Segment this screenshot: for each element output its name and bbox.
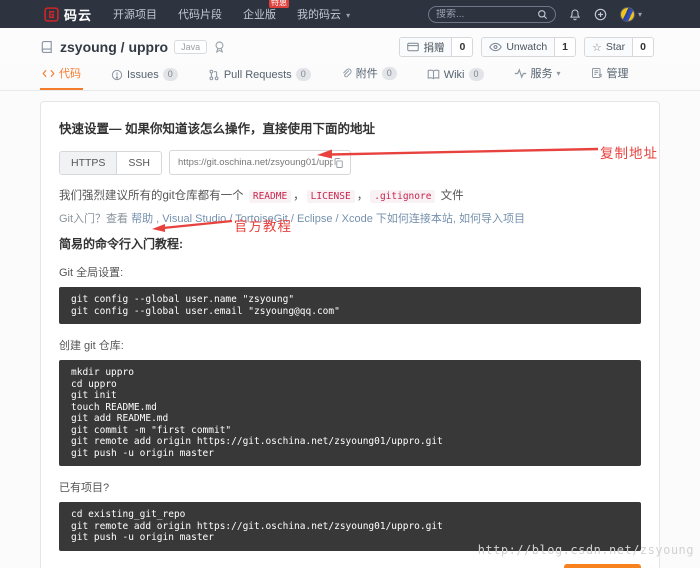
repo-tabbar: 代码 Issues 0 Pull Requests 0 [0,65,700,91]
tab-code[interactable]: 代码 [40,65,83,90]
global-config-code: git config --global user.name "zsyoung" … [59,287,641,324]
quick-setup-card: 快速设置— 如果你知道该怎么操作，直接使用下面的地址 HTTPS SSH 我们强… [40,101,660,568]
avatar [620,7,635,22]
wiki-count: 0 [469,68,484,81]
git-intro-line: Git入门？查看 帮助 , Visual Studio / TortoiseGi… [59,210,641,226]
attachments-count: 0 [382,67,397,80]
nav-item-snippets[interactable]: 代码片段 [178,6,222,22]
plus-circle-icon[interactable] [594,8,607,21]
medal-icon [213,40,226,54]
ssh-button[interactable]: SSH [116,152,161,174]
bell-icon[interactable] [569,8,581,21]
unwatch-button[interactable]: Unwatch 1 [481,37,576,57]
tab-attachments[interactable]: 附件 0 [339,65,399,90]
license-tag: LICENSE [307,190,355,203]
donate-button[interactable]: 捐赠 0 [399,37,473,57]
existing-repo-heading: 已有项目? [59,479,641,495]
donate-count[interactable]: 0 [451,38,472,56]
chevron-down-icon: ▾ [346,11,350,20]
gitee-logo-icon [44,7,59,22]
tab-services[interactable]: 服务 ▾ [512,65,563,90]
language-badge: Java [174,40,207,54]
manage-icon [591,67,603,79]
search-input[interactable] [436,9,537,20]
repo-title: zsyoung / uppro Java [40,39,226,55]
gitignore-tag: .gitignore [370,190,435,203]
star-count[interactable]: 0 [632,38,653,56]
tab-manage[interactable]: 管理 [589,65,631,90]
star-button[interactable]: ☆ Star 0 [584,37,654,57]
repo-book-icon [40,40,54,54]
advise-line: 我们强烈建议所有的git仓库都有一个 README，LICENSE，.gitig… [59,187,641,203]
tab-wiki[interactable]: Wiki 0 [425,68,486,90]
top-navbar: 码云 开源项目 代码片段 企业版 特惠 我的码云 ▾ [0,0,700,28]
clone-url-input[interactable] [178,157,333,168]
pr-count: 0 [296,68,311,81]
issue-icon [111,69,123,81]
nav-search[interactable] [428,6,556,23]
code-icon [42,68,55,79]
nav-item-opensource[interactable]: 开源项目 [113,6,157,22]
repo-header: zsyoung / uppro Java 捐赠 [0,28,700,65]
brand-name: 码云 [64,5,92,24]
protocol-switch: HTTPS SSH [59,151,162,175]
card-footer: 删除此项目 [59,564,641,568]
create-repo-code: mkdir uppro cd uppro git init touch READ… [59,360,641,466]
quick-setup-title: 快速设置— 如果你知道该怎么操作，直接使用下面的地址 [59,118,641,137]
gitee-logo[interactable]: 码云 [44,5,92,24]
tutorial-heading: 简易的命令行入门教程: [59,235,641,252]
repo-name[interactable]: zsyoung / uppro [60,39,168,55]
https-button[interactable]: HTTPS [60,152,116,174]
wiki-book-icon [427,69,440,80]
watch-count[interactable]: 1 [554,38,575,56]
tab-pull-requests[interactable]: Pull Requests 0 [206,68,313,90]
tab-issues[interactable]: Issues 0 [109,68,180,90]
eye-icon [489,42,502,52]
page: 码云 开源项目 代码片段 企业版 特惠 我的码云 ▾ [0,0,700,568]
user-menu[interactable]: ▾ [620,7,642,22]
import-project-link[interactable]: 如何导入项目 [459,213,525,225]
star-icon: ☆ [592,41,602,54]
create-repo-heading: 创建 git 仓库: [59,337,641,353]
delete-project-button[interactable]: 删除此项目 [564,564,641,568]
clone-url-row: HTTPS SSH [59,150,641,175]
readme-tag: README [249,190,291,203]
repo-actions: 捐赠 0 Unwatch 1 ☆ [399,37,654,57]
issues-count: 0 [163,68,178,81]
global-config-heading: Git 全局设置: [59,264,641,280]
paperclip-icon [341,67,352,79]
search-icon[interactable] [537,9,548,20]
donate-card-icon [407,42,419,52]
pull-request-icon [208,69,220,81]
promo-badge: 特惠 [269,0,289,8]
clone-url-box [169,150,351,175]
chevron-down-icon: ▾ [557,69,561,78]
connect-guide-link[interactable]: Visual Studio / TortoiseGit / Eclipse / … [162,213,453,225]
help-link[interactable]: 帮助 [131,213,153,225]
copy-icon[interactable] [333,157,344,169]
chevron-down-icon: ▾ [638,10,642,19]
watermark: http://blog.csdn.net/zsyoung [478,543,694,557]
pulse-icon [514,68,527,79]
nav-item-enterprise[interactable]: 企业版 特惠 [243,6,276,22]
nav-item-my-gitee[interactable]: 我的码云 ▾ [297,6,350,22]
